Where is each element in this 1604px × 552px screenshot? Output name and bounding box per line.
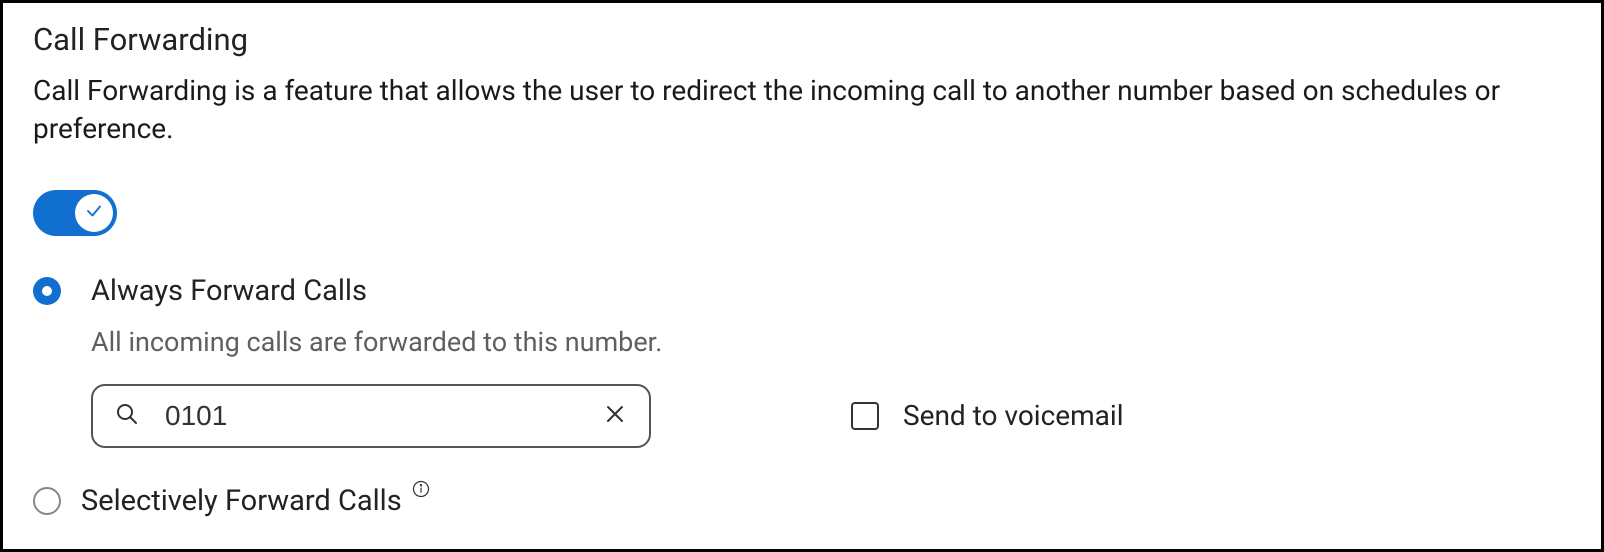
send-to-voicemail-group: Send to voicemail — [851, 399, 1124, 432]
check-icon — [85, 202, 103, 224]
option-selective-row: Selectively Forward Calls — [33, 484, 1571, 518]
radio-selective-forward[interactable] — [33, 487, 61, 515]
toggle-knob — [75, 194, 113, 232]
call-forwarding-panel: Call Forwarding Call Forwarding is a fea… — [0, 0, 1604, 552]
info-icon[interactable] — [412, 480, 430, 502]
forward-number-row: Send to voicemail — [91, 384, 1571, 448]
send-to-voicemail-checkbox[interactable] — [851, 402, 879, 430]
forward-number-field[interactable] — [91, 384, 651, 448]
section-description: Call Forwarding is a feature that allows… — [33, 72, 1571, 148]
send-to-voicemail-label: Send to voicemail — [903, 399, 1124, 432]
radio-always-forward[interactable] — [33, 277, 61, 305]
clear-input-button[interactable] — [603, 402, 627, 430]
always-helper-text: All incoming calls are forwarded to this… — [91, 326, 1571, 358]
call-forwarding-toggle[interactable] — [33, 190, 117, 236]
always-forward-details: All incoming calls are forwarded to this… — [91, 326, 1571, 448]
search-icon — [115, 402, 139, 430]
section-title: Call Forwarding — [33, 21, 1571, 58]
radio-selective-label: Selectively Forward Calls — [81, 484, 402, 518]
forward-number-input[interactable] — [163, 399, 587, 433]
option-always-row: Always Forward Calls — [33, 274, 1571, 308]
radio-always-label: Always Forward Calls — [91, 274, 367, 308]
